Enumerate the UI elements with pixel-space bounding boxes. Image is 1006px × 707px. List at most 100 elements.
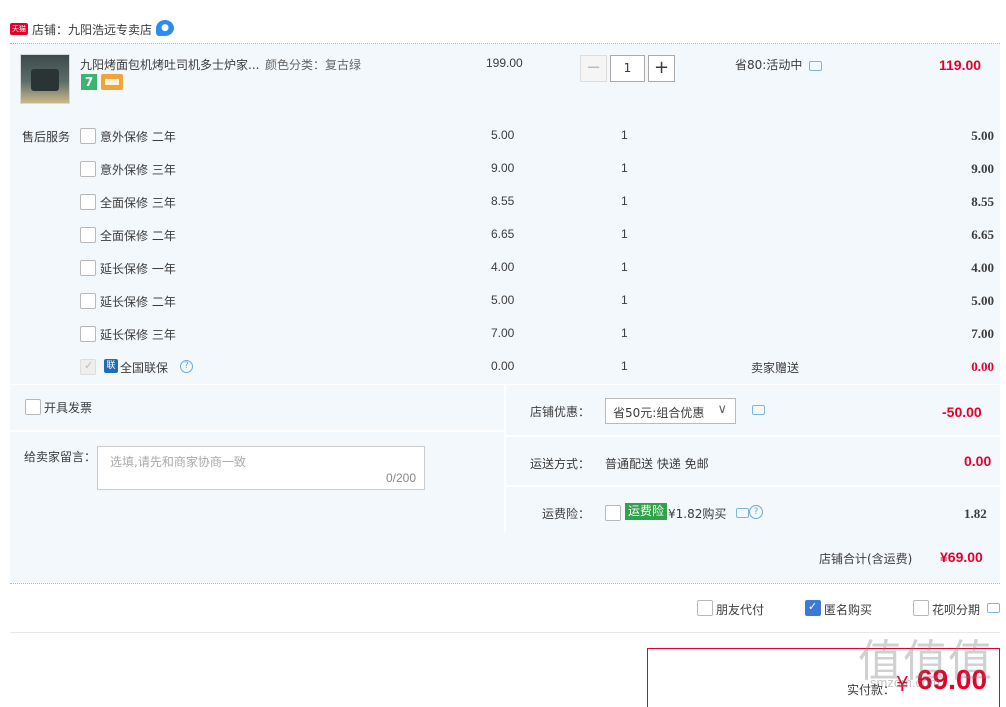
insurance-checkbox[interactable] <box>605 505 621 521</box>
service-name[interactable]: 延长保修 一年 <box>100 260 176 277</box>
service-total: 5.00 <box>971 293 994 308</box>
service-checkbox[interactable] <box>80 194 96 210</box>
chat-bubble-icon[interactable] <box>987 603 1000 613</box>
service-price: 0.00 <box>491 359 515 373</box>
quantity-decrease-button[interactable]: − <box>580 55 607 82</box>
invoice-checkbox[interactable] <box>25 399 41 415</box>
service-qty: 1 <box>621 326 628 340</box>
service-checkbox[interactable] <box>80 128 96 144</box>
service-total: 0.00 <box>971 359 994 374</box>
coupon-selected-value: 省50元:组合优惠 <box>613 406 705 420</box>
service-price: 4.00 <box>491 260 515 274</box>
friend-pay-label[interactable]: 朋友代付 <box>716 601 764 618</box>
message-char-count: 0/200 <box>385 471 416 485</box>
help-icon[interactable]: ? <box>749 505 763 519</box>
divider <box>10 583 1000 584</box>
joint-warranty-row: 联 全国联保 ? 0.00 1 卖家赠送 0.00 <box>80 357 1000 379</box>
shop-name[interactable]: 店铺：九阳浩远专卖店 <box>32 21 152 38</box>
service-row: 全面保修 三年 8.55 1 8.55 <box>80 192 1000 214</box>
coupon-label: 店铺优惠： <box>530 405 591 419</box>
huabei-checkbox[interactable] <box>913 600 929 616</box>
promotion-text: 省80:活动中 <box>735 58 803 72</box>
service-checkbox[interactable] <box>80 326 96 342</box>
message-label: 给卖家留言： <box>24 450 97 464</box>
service-row: 意外保修 三年 9.00 1 9.00 <box>80 159 1000 181</box>
shipping-method: 普通配送 快递 免邮 <box>605 457 709 471</box>
service-checkbox[interactable] <box>80 260 96 276</box>
anonymous-checkbox[interactable] <box>805 600 821 616</box>
coupon-select[interactable]: 省50元:组合优惠 ∨ <box>605 398 736 424</box>
service-qty: 1 <box>621 128 628 142</box>
chevron-down-icon: ∨ <box>717 402 727 417</box>
anonymous-label[interactable]: 匿名购买 <box>824 601 872 618</box>
service-checkbox[interactable] <box>80 161 96 177</box>
service-name[interactable]: 全面保修 三年 <box>100 194 176 211</box>
service-qty: 1 <box>621 260 628 274</box>
service-name[interactable]: 意外保修 三年 <box>100 161 176 178</box>
service-row: 意外保修 二年 5.00 1 5.00 <box>80 126 1000 148</box>
huabei-label[interactable]: 花呗分期 <box>932 601 980 618</box>
service-row: 延长保修 一年 4.00 1 4.00 <box>80 258 1000 280</box>
service-row: 延长保修 三年 7.00 1 7.00 <box>80 324 1000 346</box>
seller-gift-label: 卖家赠送 <box>751 361 800 375</box>
help-icon[interactable]: ? <box>180 360 193 373</box>
shipping-amount: 0.00 <box>964 453 992 469</box>
service-price: 8.55 <box>491 194 515 208</box>
service-total: 9.00 <box>971 161 994 176</box>
coupon-amount: -50.00 <box>942 404 982 420</box>
product-title[interactable]: 九阳烤面包机烤吐司机多士炉家... <box>80 56 259 73</box>
chat-bubble-icon[interactable] <box>809 61 822 71</box>
service-name[interactable]: 意外保修 二年 <box>100 128 176 145</box>
service-price: 9.00 <box>491 161 515 175</box>
service-price: 5.00 <box>491 128 515 142</box>
message-textarea[interactable]: 选填,请先和商家协商一致 0/200 <box>97 446 425 490</box>
joint-warranty-checkbox <box>80 359 96 375</box>
service-checkbox[interactable] <box>80 293 96 309</box>
service-qty: 1 <box>621 194 628 208</box>
invoice-label[interactable]: 开具发票 <box>44 399 92 416</box>
quantity-stepper: − 1 + <box>580 55 676 82</box>
subtotal-value: ¥69.00 <box>940 549 983 565</box>
service-name[interactable]: 全面保修 二年 <box>100 227 176 244</box>
after-sales-label: 售后服务 <box>22 130 71 144</box>
product-sku: 颜色分类：复古绿 <box>265 58 362 72</box>
service-qty: 1 <box>621 293 628 307</box>
service-row: 全面保修 二年 6.65 1 6.65 <box>80 225 1000 247</box>
wangwang-chat-icon[interactable]: ● <box>156 20 174 36</box>
insurance-price: ¥1.82购买 <box>668 507 727 521</box>
item-total: 119.00 <box>939 57 982 73</box>
service-qty: 1 <box>621 359 628 373</box>
tmall-badge-icon: 天猫 <box>10 23 28 35</box>
credit-card-icon <box>101 74 123 90</box>
insurance-label: 运费险： <box>542 507 591 521</box>
chat-bubble-icon[interactable] <box>752 405 765 415</box>
friend-pay-checkbox[interactable] <box>697 600 713 616</box>
service-total: 4.00 <box>971 260 994 275</box>
insurance-amount: 1.82 <box>964 506 987 521</box>
seven-day-return-icon: 7 <box>81 74 97 90</box>
message-placeholder: 选填,请先和商家协商一致 <box>110 455 246 469</box>
joint-warranty-icon: 联 <box>104 359 118 373</box>
service-price: 6.65 <box>491 227 515 241</box>
insurance-tag: 运费险 <box>625 503 668 520</box>
chat-bubble-icon[interactable] <box>736 508 749 518</box>
service-row: 延长保修 二年 5.00 1 5.00 <box>80 291 1000 313</box>
service-total: 8.55 <box>971 194 994 209</box>
quantity-input[interactable]: 1 <box>610 55 645 82</box>
shop-header: 天猫 店铺：九阳浩远专卖店 ● <box>10 18 1000 42</box>
divider <box>10 632 1000 633</box>
quantity-increase-button[interactable]: + <box>648 55 675 82</box>
shipping-label: 运送方式： <box>530 457 591 471</box>
service-price: 7.00 <box>491 326 515 340</box>
service-price: 5.00 <box>491 293 515 307</box>
service-checkbox[interactable] <box>80 227 96 243</box>
joint-warranty-name: 全国联保 <box>120 361 169 375</box>
service-total: 7.00 <box>971 326 994 341</box>
subtotal-label: 店铺合计(含运费) <box>819 552 913 566</box>
product-thumbnail[interactable] <box>20 54 70 104</box>
service-qty: 1 <box>621 227 628 241</box>
unit-price: 199.00 <box>486 56 523 70</box>
service-name[interactable]: 延长保修 三年 <box>100 326 176 343</box>
service-qty: 1 <box>621 161 628 175</box>
service-name[interactable]: 延长保修 二年 <box>100 293 176 310</box>
